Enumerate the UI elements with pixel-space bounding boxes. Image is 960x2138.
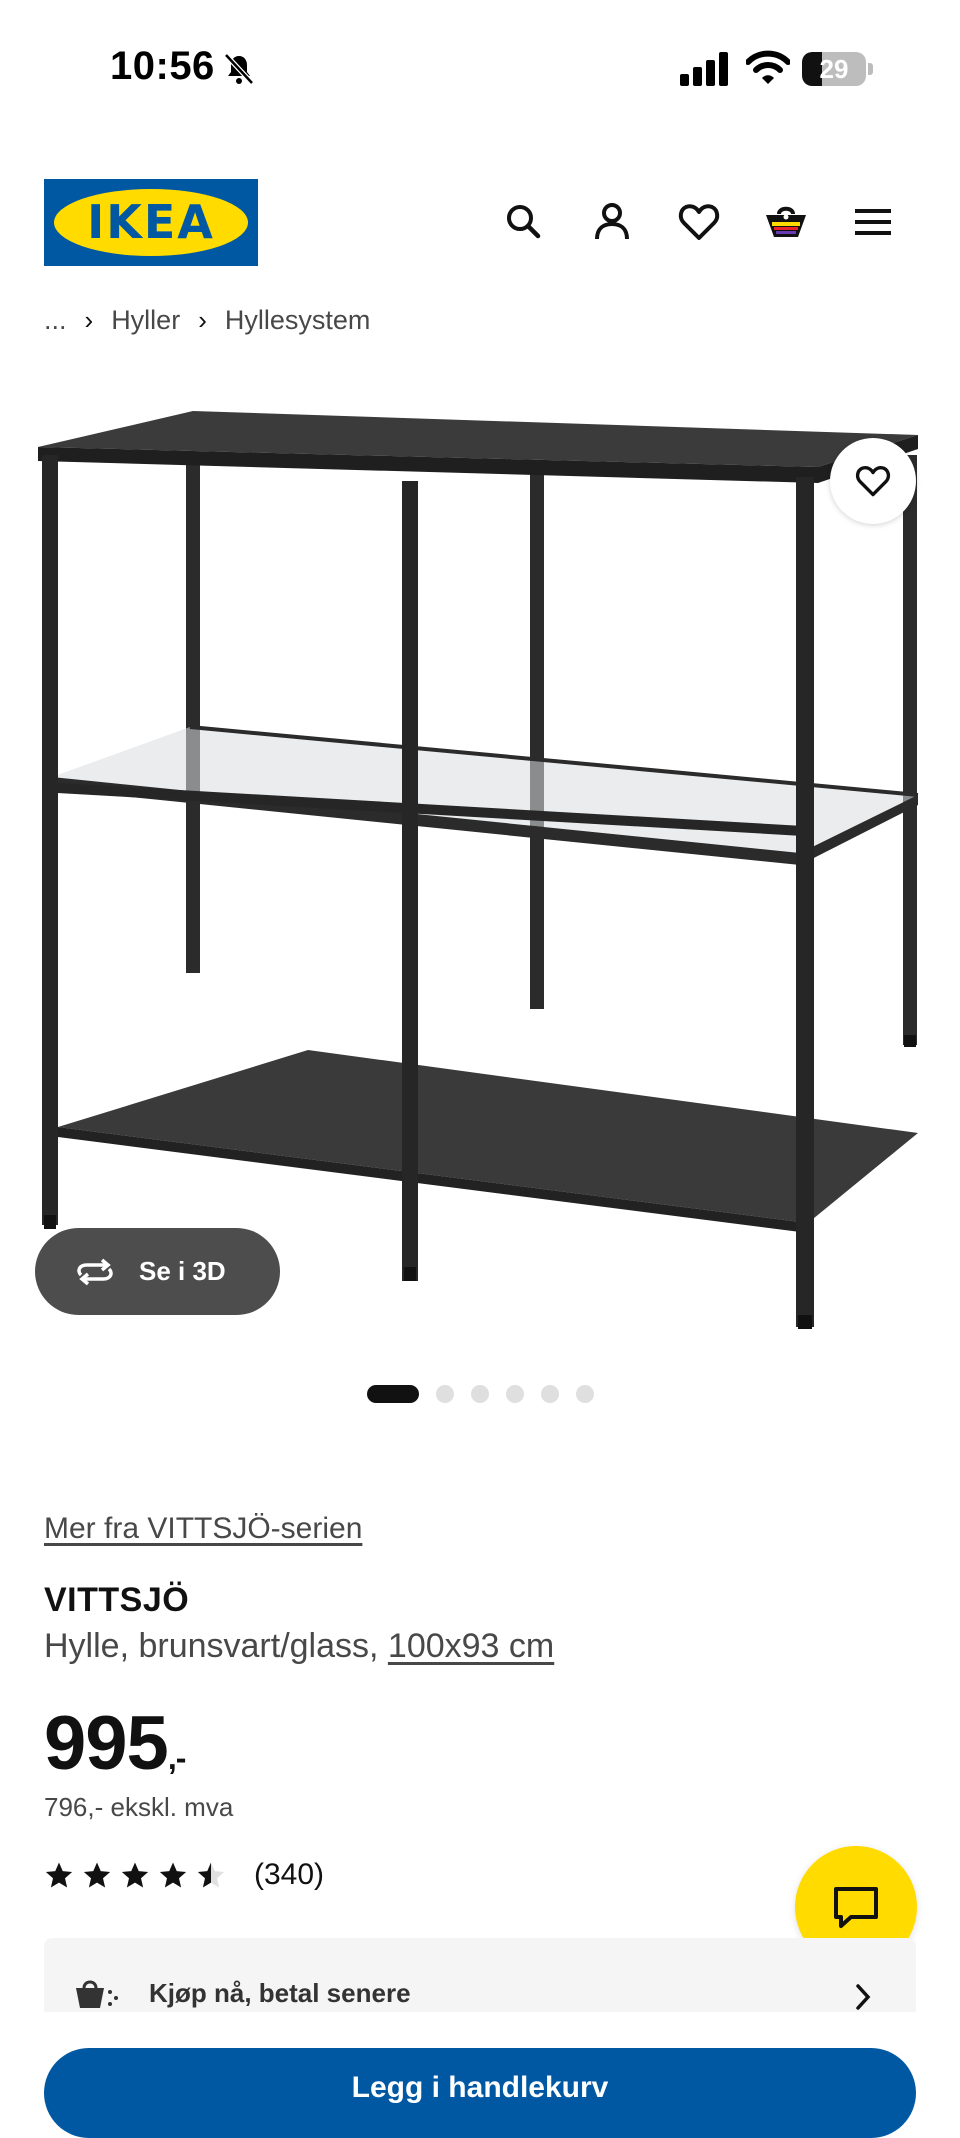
star-half-icon (197, 1862, 225, 1888)
star-full-icon (121, 1862, 149, 1888)
chat-icon (834, 1887, 878, 1928)
heart-icon (855, 465, 891, 497)
battery-indicator: 29 (802, 52, 874, 86)
star-full-icon (45, 1862, 73, 1888)
view-3d-button[interactable]: Se i 3D (35, 1228, 280, 1315)
search-icon[interactable] (498, 196, 550, 248)
image-carousel-dots (367, 1385, 594, 1403)
chevron-right-icon: › (84, 304, 94, 335)
product-size-link[interactable]: 100x93 cm (388, 1627, 554, 1665)
bnpl-label: Kjøp nå, betal senere (149, 1978, 411, 2008)
buy-now-pay-later-row[interactable]: Kjøp nå, betal senere (44, 1938, 916, 2012)
breadcrumb-hyllesystem[interactable]: Hyllesystem (225, 305, 371, 336)
signal-icon (680, 52, 728, 86)
carousel-dot[interactable] (576, 1385, 594, 1403)
price-value: 995 (44, 1701, 169, 1786)
add-to-cart-button[interactable]: Legg i handlekurv (44, 2048, 916, 2138)
carousel-dot[interactable] (436, 1385, 454, 1403)
view-3d-label: Se i 3D (139, 1256, 226, 1286)
wishlist-button[interactable] (830, 438, 916, 524)
series-link[interactable]: Mer fra VITTSJÖ-serien (44, 1512, 362, 1546)
account-icon[interactable] (586, 196, 638, 248)
ikea-logo[interactable]: IKEA (44, 179, 258, 266)
carousel-dot-active[interactable] (367, 1385, 419, 1403)
carousel-dot[interactable] (506, 1385, 524, 1403)
wifi-icon (746, 50, 790, 84)
chevron-right-icon (856, 1984, 871, 2010)
star-full-icon (159, 1862, 187, 1888)
price-suffix: ,- (167, 1740, 187, 1776)
price-ex-vat: 796,- ekskl. mva (44, 1792, 234, 1822)
battery-level: 29 (819, 54, 849, 84)
payment-basket-icon (76, 1980, 118, 2008)
rating[interactable]: (340) (44, 1858, 324, 1892)
product-price: 995,- (44, 1700, 187, 1787)
breadcrumb: ... › Hyller › Hyllesystem (44, 300, 370, 340)
product-image[interactable] (38, 405, 920, 1355)
review-count[interactable]: (340) (254, 1858, 324, 1892)
rotate-3d-icon (77, 1258, 113, 1285)
cart-icon[interactable] (760, 196, 812, 248)
bell-muted-icon (224, 53, 254, 85)
heart-icon[interactable] (673, 196, 725, 248)
logo-text: IKEA (87, 195, 215, 249)
status-time: 10:56 (110, 44, 215, 88)
product-type: Hylle, brunsvart/glass, (44, 1627, 388, 1665)
product-description: Hylle, brunsvart/glass, 100x93 cm (44, 1627, 554, 1666)
breadcrumb-hyller[interactable]: Hyller (111, 305, 180, 336)
breadcrumb-ellipsis[interactable]: ... (44, 305, 67, 336)
carousel-dot[interactable] (471, 1385, 489, 1403)
star-full-icon (83, 1862, 111, 1888)
chevron-right-icon: › (198, 304, 207, 335)
menu-icon[interactable] (847, 196, 899, 248)
carousel-dot[interactable] (541, 1385, 559, 1403)
product-name: VITTSJÖ (44, 1581, 190, 1619)
